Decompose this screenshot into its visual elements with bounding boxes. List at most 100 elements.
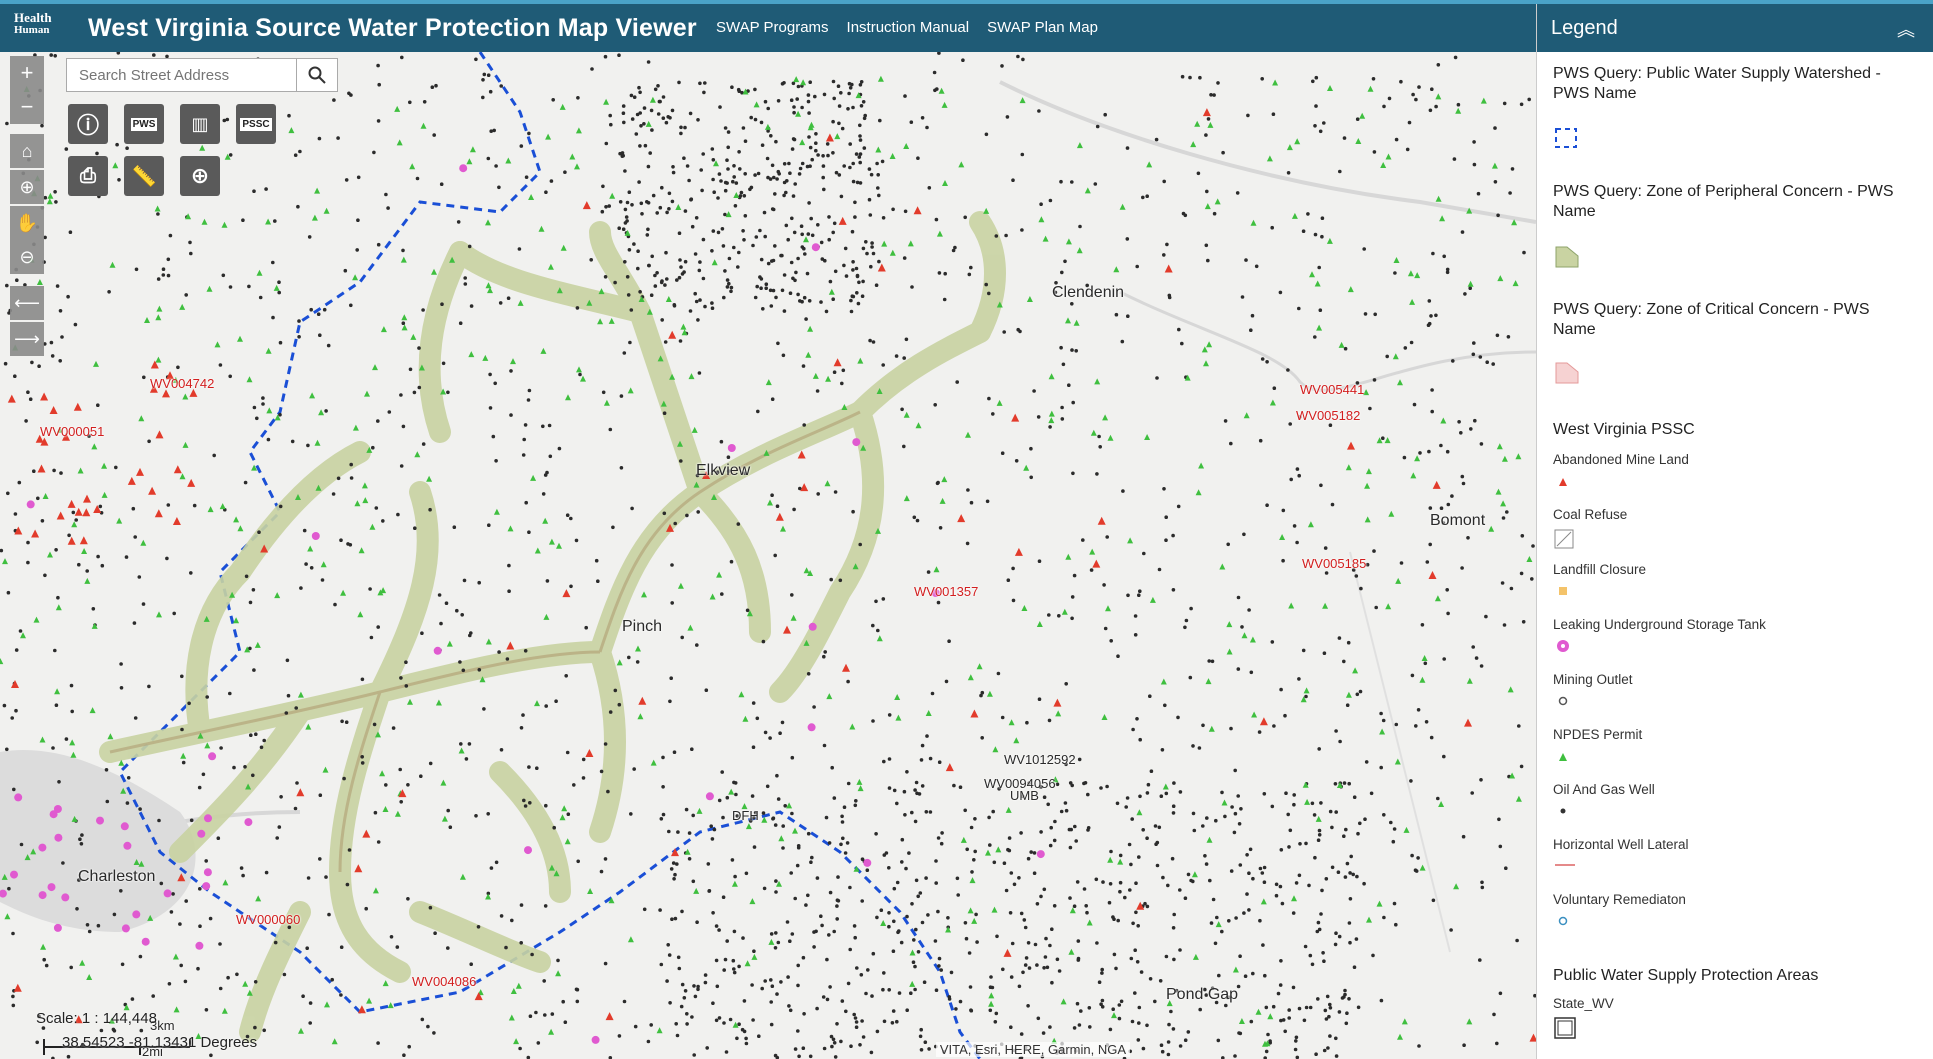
facility-label: UMB <box>1010 788 1039 803</box>
search-button[interactable] <box>296 59 337 91</box>
npdes-permit-marker <box>889 153 896 159</box>
oil-gas-well-marker <box>1133 633 1138 637</box>
npdes-permit-marker <box>1439 215 1446 222</box>
npdes-permit-marker <box>738 691 745 698</box>
oil-gas-well-marker <box>776 797 781 801</box>
oil-gas-well-marker <box>830 1044 834 1049</box>
npdes-permit-marker <box>1364 482 1371 489</box>
nav-swap-plan-map[interactable]: SWAP Plan Map <box>987 19 1098 36</box>
dhhr-logo: Health Human <box>14 11 76 48</box>
oil-gas-well-marker <box>205 695 209 699</box>
oil-gas-well-marker <box>668 699 672 704</box>
oil-gas-well-marker <box>1291 985 1296 990</box>
oil-gas-well-marker <box>1082 781 1086 786</box>
oil-gas-well-marker <box>1206 258 1210 263</box>
pan-tool[interactable]: ✋ <box>10 206 44 240</box>
npdes-permit-marker <box>458 747 465 754</box>
npdes-permit-marker <box>812 372 819 379</box>
pws-button[interactable]: PWS <box>124 104 164 144</box>
oil-gas-well-marker <box>1043 955 1048 959</box>
abandoned-mine-marker <box>1003 948 1012 957</box>
oil-gas-well-marker <box>1338 739 1342 744</box>
oil-gas-well-marker <box>841 836 845 841</box>
oil-gas-well-marker <box>764 282 769 286</box>
legend-item-mining-outlet: Mining Outlet <box>1553 672 1633 687</box>
oil-gas-well-marker <box>297 335 301 339</box>
oil-gas-well-marker <box>876 186 880 190</box>
oil-gas-well-marker <box>730 858 735 862</box>
previous-extent-button[interactable]: ⟵ <box>10 286 44 320</box>
next-extent-button[interactable]: ⟶ <box>10 322 44 356</box>
oil-gas-well-marker <box>1070 348 1074 352</box>
npdes-permit-marker <box>358 547 365 554</box>
npdes-permit-marker <box>1232 966 1239 973</box>
oil-gas-well-marker <box>871 951 876 956</box>
oil-gas-well-marker <box>1509 586 1514 591</box>
oil-gas-well-marker <box>694 299 699 304</box>
npdes-permit-marker <box>1198 462 1205 469</box>
lust-marker <box>26 500 35 509</box>
oil-gas-well-marker <box>1324 877 1329 881</box>
oil-gas-well-marker <box>682 156 686 160</box>
npdes-permit-marker <box>786 802 793 809</box>
print-button[interactable]: ⎙ <box>68 156 108 196</box>
arrow-right-icon: ⟶ <box>14 328 40 349</box>
oil-gas-well-marker <box>634 132 639 136</box>
oil-gas-well-marker <box>1279 848 1284 852</box>
search-input[interactable] <box>67 59 295 91</box>
oil-gas-well-marker <box>722 1021 726 1025</box>
oil-gas-well-marker <box>1278 983 1283 987</box>
npdes-permit-marker <box>985 849 991 856</box>
oil-gas-well-marker <box>43 573 47 578</box>
locate-button[interactable]: ⊕ <box>180 156 220 196</box>
oil-gas-well-marker <box>1297 1006 1302 1011</box>
zoom-in-tool[interactable]: ⊕ <box>10 170 44 204</box>
oil-gas-well-marker <box>1070 595 1075 599</box>
lust-marker <box>195 941 204 950</box>
zoom-in-button[interactable]: + <box>10 56 44 90</box>
npdes-permit-marker <box>875 146 882 153</box>
oil-gas-well-marker <box>1337 636 1342 640</box>
oil-gas-well-marker <box>1261 943 1265 947</box>
oil-gas-well-marker <box>486 73 491 77</box>
oil-gas-well-marker <box>1097 980 1102 984</box>
oil-gas-well-marker <box>722 968 726 972</box>
oil-gas-well-marker <box>806 831 811 836</box>
info-button[interactable]: ⓘ <box>68 104 108 144</box>
oil-gas-well-marker <box>904 866 908 871</box>
oil-gas-well-marker <box>594 558 599 563</box>
npdes-permit-marker <box>288 127 295 134</box>
oil-gas-well-marker <box>52 468 56 473</box>
measure-button[interactable]: 📏 <box>124 156 164 196</box>
zoom-out-tool[interactable]: ⊖ <box>10 240 44 274</box>
oil-gas-well-marker <box>389 935 394 939</box>
oil-gas-well-marker <box>1089 568 1094 572</box>
oil-gas-well-marker <box>1301 648 1306 653</box>
oil-gas-well-marker <box>698 298 702 302</box>
oil-gas-well-marker <box>832 796 837 800</box>
npdes-permit-marker <box>569 153 576 160</box>
npdes-permit-marker <box>1021 605 1028 611</box>
home-button[interactable]: ⌂ <box>10 134 44 168</box>
oil-gas-well-marker <box>814 148 818 153</box>
oil-gas-well-marker <box>455 608 459 613</box>
oil-gas-well-marker <box>6 590 11 595</box>
npdes-permit-marker <box>1090 429 1097 436</box>
map-canvas[interactable]: Clendenin Elkview Pinch Charleston Bomon… <box>0 52 1536 1059</box>
oil-gas-well-marker <box>371 445 375 450</box>
oil-gas-well-marker <box>1052 904 1057 908</box>
oil-gas-well-marker <box>5 283 9 288</box>
collapse-icon[interactable]: ︽ <box>1897 16 1915 42</box>
npdes-permit-marker <box>86 974 93 980</box>
zoom-out-button[interactable]: − <box>10 90 44 124</box>
oil-gas-well-marker <box>376 625 381 629</box>
abandoned-mine-marker <box>783 625 791 634</box>
nav-swap-programs[interactable]: SWAP Programs <box>716 19 829 36</box>
map-button[interactable]: ▥ <box>180 104 220 144</box>
nav-instruction-manual[interactable]: Instruction Manual <box>847 19 970 36</box>
oil-gas-well-marker <box>688 309 693 313</box>
npdes-permit-marker <box>435 699 442 706</box>
pssc-button[interactable]: PSSC <box>236 104 276 144</box>
oil-gas-well-marker <box>690 224 695 229</box>
oil-gas-well-marker <box>975 940 979 944</box>
